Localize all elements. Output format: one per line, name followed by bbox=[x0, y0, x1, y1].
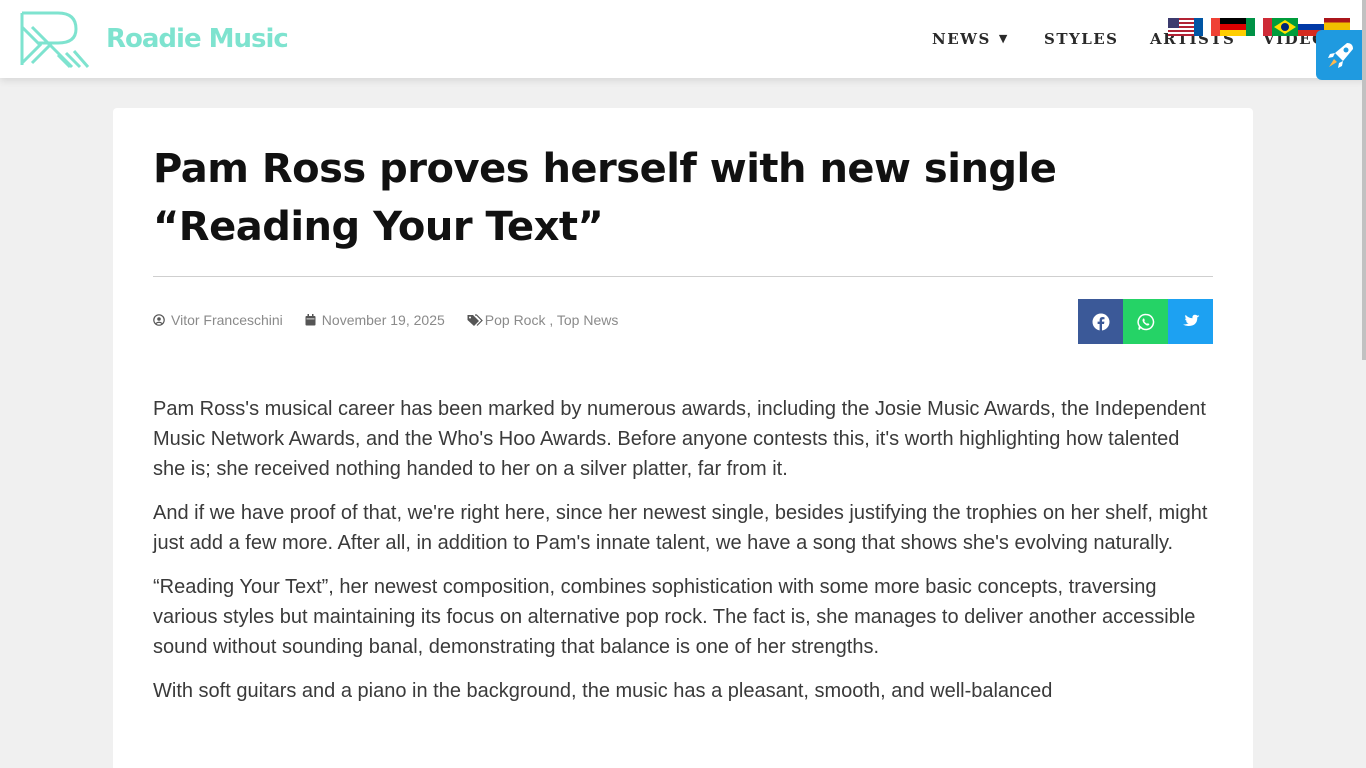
article-paragraph: And if we have proof of that, we're righ… bbox=[153, 502, 1208, 554]
twitter-icon bbox=[1182, 314, 1199, 326]
flag-us-icon[interactable] bbox=[1168, 18, 1194, 36]
calendar-icon bbox=[305, 314, 316, 326]
tags-icon bbox=[467, 314, 483, 326]
user-circle-icon bbox=[153, 314, 165, 326]
article-title: Pam Ross proves herself with new single … bbox=[153, 146, 1057, 250]
whatsapp-icon bbox=[1136, 313, 1154, 330]
page-scrollbar[interactable] bbox=[1362, 0, 1366, 360]
site-header: Roadie Music NEWS ▼ STYLES ARTISTS VIDEO bbox=[0, 0, 1366, 78]
categories: Pop Rock , Top News bbox=[467, 312, 619, 328]
article-paragraph: Pam Ross's musical career has been marke… bbox=[153, 398, 1206, 480]
nav-news-label: NEWS bbox=[932, 30, 991, 48]
share-whatsapp-button[interactable] bbox=[1123, 299, 1168, 344]
share-facebook-button[interactable] bbox=[1078, 299, 1123, 344]
article-paragraph: With soft guitars and a piano in the bac… bbox=[153, 680, 1053, 702]
share-twitter-button[interactable] bbox=[1168, 299, 1213, 344]
rocket-icon bbox=[1328, 43, 1353, 68]
site-logo[interactable]: Roadie Music bbox=[18, 9, 289, 69]
author-link[interactable]: Vitor Franceschini bbox=[153, 312, 283, 328]
title-divider bbox=[153, 276, 1213, 277]
share-buttons bbox=[1078, 299, 1213, 344]
facebook-icon bbox=[1092, 313, 1109, 331]
article-body: Pam Ross's musical career has been marke… bbox=[153, 394, 1213, 720]
caret-down-icon: ▼ bbox=[998, 32, 1009, 45]
category-links[interactable]: Pop Rock , Top News bbox=[485, 312, 619, 328]
article-meta: Vitor Franceschini November 19, 2025 Pop… bbox=[153, 312, 640, 328]
brand-name: Roadie Music bbox=[106, 24, 289, 54]
article-paragraph: “Reading Your Text”, her newest composit… bbox=[153, 576, 1196, 658]
flag-it-icon[interactable] bbox=[1246, 18, 1272, 36]
date-link[interactable]: November 19, 2025 bbox=[305, 312, 445, 328]
flag-fr-icon[interactable] bbox=[1194, 18, 1220, 36]
rocket-launcher-button[interactable] bbox=[1316, 30, 1366, 80]
article-card: Pam Ross proves herself with new single … bbox=[113, 108, 1253, 768]
flag-de-icon[interactable] bbox=[1220, 18, 1246, 36]
author-name: Vitor Franceschini bbox=[171, 312, 283, 328]
nav-news[interactable]: NEWS ▼ bbox=[932, 30, 1009, 48]
publish-date: November 19, 2025 bbox=[321, 312, 445, 328]
flag-br-icon[interactable] bbox=[1272, 18, 1298, 36]
roadie-logo-icon bbox=[20, 11, 90, 69]
nav-styles[interactable]: STYLES bbox=[1044, 30, 1119, 48]
